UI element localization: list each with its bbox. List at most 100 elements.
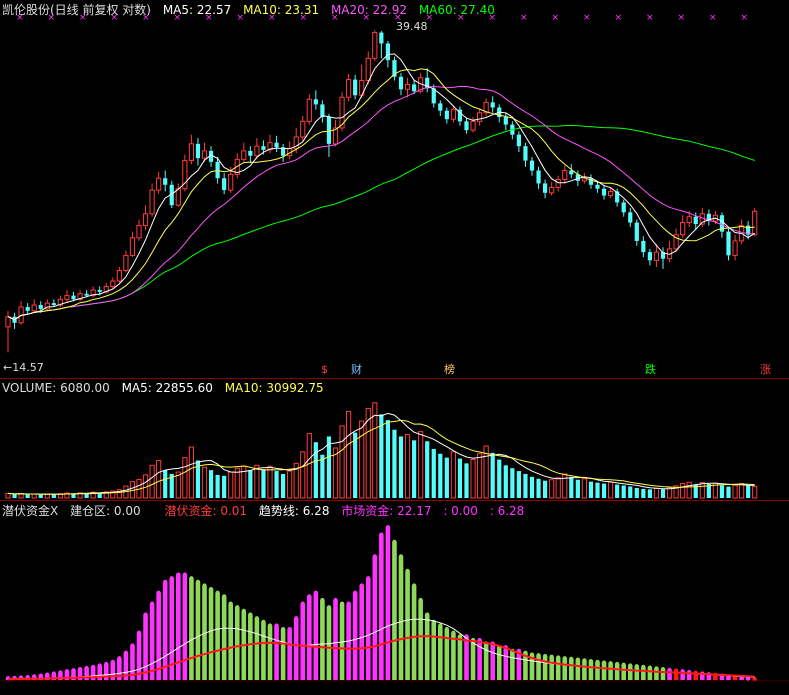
- candle-body-down: [444, 110, 449, 120]
- indicator-dot: [418, 597, 423, 603]
- marker-cross: ×: [394, 13, 402, 23]
- marker-cross: ×: [237, 13, 245, 23]
- candle-body-up: [156, 177, 162, 191]
- candle-body-down: [97, 290, 102, 292]
- candle-body-up: [31, 304, 37, 312]
- volume-bar-down: [503, 465, 508, 498]
- indicator-bar: [346, 603, 351, 680]
- candle-body-down: [385, 43, 390, 61]
- indicator-dot: [202, 583, 207, 588]
- indicator-bar: [313, 592, 319, 680]
- marker-cross: ×: [520, 13, 528, 23]
- marker-cross: ×: [489, 13, 497, 23]
- indicator-dot: [176, 572, 181, 577]
- indicator-bar: [601, 662, 607, 680]
- marker-cross: ×: [363, 13, 371, 23]
- candle-body-up: [306, 98, 312, 122]
- indicator-bar: [405, 570, 410, 680]
- candle-body-down: [647, 252, 652, 261]
- marker-cross: ×: [48, 13, 56, 23]
- indicator-dot: [359, 583, 364, 588]
- candle-body-up: [136, 225, 142, 239]
- candle-body-down: [503, 117, 508, 125]
- marker-cross: ×: [79, 13, 87, 23]
- volume-bar-down: [569, 476, 574, 498]
- volume-bar-up: [739, 483, 745, 499]
- candle-body-up: [123, 254, 129, 272]
- volume-bar-down: [379, 414, 384, 498]
- candle-body-up: [470, 120, 476, 131]
- indicator-bar: [379, 534, 384, 680]
- volume-bar-up: [300, 451, 306, 499]
- indicator-dot: [215, 590, 220, 595]
- volume-bar-up: [359, 420, 365, 499]
- volume-bar-up: [201, 466, 208, 499]
- indicator-bar: [582, 660, 587, 680]
- candle-body-down: [693, 216, 698, 225]
- candle-body-up: [300, 120, 306, 138]
- indicator-dot: [156, 590, 161, 595]
- volume-bar-down: [634, 488, 639, 498]
- volume-bar-down: [660, 489, 666, 498]
- candle-body-up: [450, 109, 456, 120]
- indicator-bar: [261, 621, 266, 680]
- indicator-bar: [595, 661, 600, 680]
- candle-body-down: [595, 184, 600, 189]
- indicator-dot: [647, 665, 653, 670]
- candle-body-down: [195, 143, 201, 159]
- marker-cross: ×: [142, 13, 150, 23]
- indicator-dot: [444, 626, 449, 632]
- indicator-dot: [385, 525, 390, 530]
- volume-bar-down: [25, 494, 30, 498]
- volume-bar-up: [156, 460, 162, 499]
- volume-bar-down: [457, 458, 463, 498]
- indicator-bar: [444, 629, 450, 680]
- marker-cross: ×: [457, 13, 465, 23]
- indicator-bar: [182, 574, 188, 680]
- volume-bar-down: [425, 441, 430, 498]
- volume-bar-up: [44, 493, 50, 499]
- candle-body-down: [51, 303, 56, 306]
- kline-chart[interactable]: × × × × × × × × × × × × × × × × × × × × × × × ×: [0, 0, 789, 695]
- volume-bar-down: [464, 463, 469, 498]
- indicator-dot: [261, 619, 266, 624]
- indicator-dot: [267, 623, 273, 628]
- volume-bar-down: [412, 440, 417, 498]
- indicator-bar: [352, 592, 358, 680]
- indicator-dot: [438, 623, 443, 628]
- indicator-bar: [176, 574, 181, 680]
- indicator-bar: [398, 556, 404, 680]
- candle-body-up: [686, 216, 692, 224]
- volume-bar-up: [555, 477, 561, 499]
- indicator-bar: [372, 556, 378, 680]
- marker-cross: ×: [552, 13, 560, 23]
- candle-body-up: [5, 316, 11, 328]
- indicator-dot: [51, 671, 56, 676]
- volume-bar-down: [431, 448, 436, 498]
- indicator-dot: [91, 664, 96, 670]
- indicator-dot: [222, 594, 227, 599]
- indicator-bar: [392, 541, 397, 680]
- candle-body-down: [84, 293, 89, 296]
- candle-body-up: [608, 190, 614, 197]
- indicator-dot: [339, 601, 345, 606]
- candle-body-up: [372, 32, 378, 59]
- candle-body-down: [601, 188, 607, 196]
- indicator-dot: [281, 626, 286, 632]
- indicator-bar: [457, 636, 463, 680]
- candle-body-down: [641, 240, 646, 253]
- indicator-dot: [582, 658, 587, 663]
- candle-body-down: [379, 32, 384, 44]
- volume-bar-down: [163, 470, 168, 498]
- candle-body-up: [555, 179, 561, 188]
- candle-body-down: [71, 295, 76, 300]
- candle-body-down: [313, 99, 318, 105]
- candle-body-down: [398, 76, 404, 90]
- indicator-bar: [438, 625, 443, 680]
- volume-bar-up: [653, 487, 660, 499]
- indicator-dot: [228, 601, 233, 606]
- volume-bar-down: [208, 470, 214, 498]
- volume-bar-down: [248, 470, 253, 498]
- indicator-bar: [307, 596, 312, 680]
- indicator-bar: [280, 629, 286, 680]
